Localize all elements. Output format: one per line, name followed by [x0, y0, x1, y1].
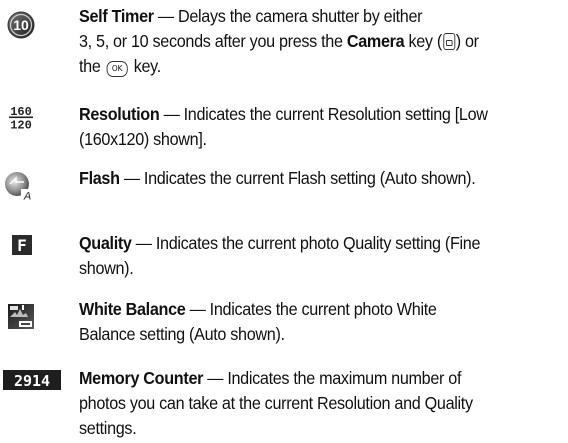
- self-timer-line2a: 3, 5, or 10 seconds after you press the: [79, 31, 347, 51]
- quality-description: Quality — Indicates the current photo Qu…: [79, 231, 564, 281]
- flash-description: Flash — Indicates the current Flash sett…: [79, 166, 564, 191]
- self-timer-line1: — Delays the camera shutter by either: [157, 6, 423, 26]
- resolution-160x120-icon: 160 120: [8, 104, 74, 138]
- resolution-line1: — Indicates the current Resolution setti…: [163, 104, 488, 124]
- flash-auto-icon: A: [4, 170, 70, 204]
- white-balance-term: White Balance: [79, 299, 186, 319]
- resolution-line2: (160x120) shown].: [79, 129, 207, 149]
- flash-icon-letter: A: [23, 191, 31, 203]
- self-timer-line3b: key.: [129, 56, 162, 76]
- resolution-description: Resolution — Indicates the current Resol…: [79, 102, 564, 152]
- camera-key-icon: [442, 33, 455, 50]
- quality-line2: shown).: [79, 258, 134, 278]
- ok-key-icon: OK: [106, 61, 128, 77]
- self-timer-term: Self Timer: [79, 6, 154, 26]
- self-timer-line2b: key (: [404, 31, 442, 51]
- self-timer-line2c: ) or: [455, 31, 479, 51]
- flash-term: Flash: [79, 168, 120, 188]
- white-balance-auto-icon: [6, 303, 72, 337]
- quality-line1: — Indicates the current photo Quality se…: [135, 233, 481, 253]
- memory-counter-description: Memory Counter — Indicates the maximum n…: [79, 366, 564, 441]
- self-timer-line3a: the: [79, 56, 105, 76]
- white-balance-description: White Balance — Indicates the current ph…: [79, 297, 564, 347]
- white-balance-line1: — Indicates the current photo White: [189, 299, 437, 319]
- quality-term: Quality: [79, 233, 132, 253]
- memory-counter-icon: 2914: [3, 370, 69, 404]
- quality-fine-icon: F: [11, 234, 77, 268]
- camera-key-label: Camera: [346, 31, 405, 51]
- resolution-term: Resolution: [79, 104, 160, 124]
- memory-counter-term: Memory Counter: [79, 368, 204, 388]
- self-timer-10-icon: 10: [6, 10, 72, 44]
- flash-line1: — Indicates the current Flash setting (A…: [123, 168, 476, 188]
- self-timer-description: Self Timer — Delays the camera shutter b…: [79, 4, 564, 79]
- resolution-icon-bottom-text: 120: [10, 119, 32, 131]
- memory-counter-icon-text: 2914: [14, 372, 50, 390]
- memory-counter-line2: photos you can take at the current Resol…: [79, 393, 473, 413]
- svg-text:10: 10: [13, 17, 29, 33]
- white-balance-line2: Balance setting (Auto shown).: [79, 324, 285, 344]
- memory-counter-line1: — Indicates the maximum number of: [207, 368, 462, 388]
- quality-icon-letter: F: [17, 236, 27, 255]
- memory-counter-line3: settings.: [79, 418, 137, 438]
